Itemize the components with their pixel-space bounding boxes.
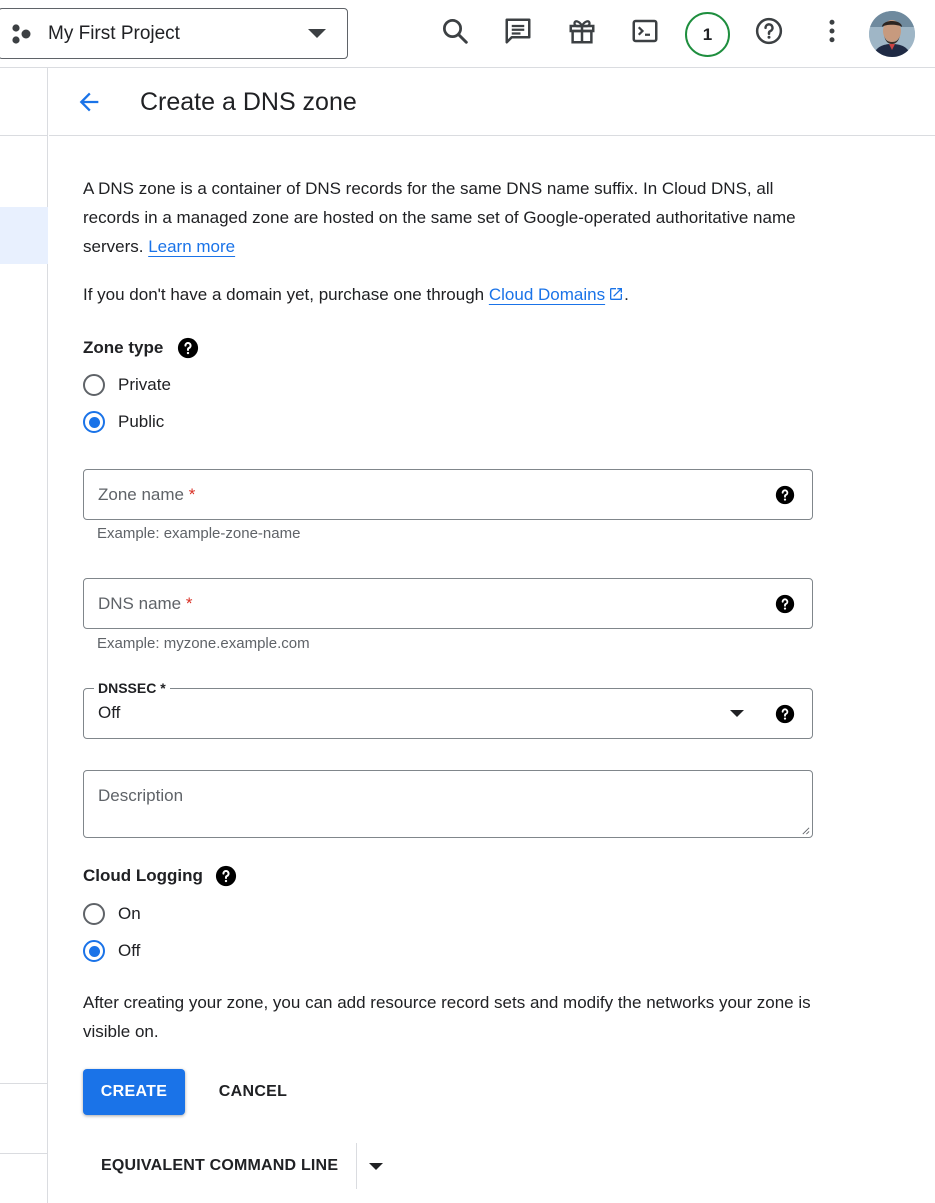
more-vert-icon[interactable] xyxy=(815,14,849,48)
radio-button-checked[interactable] xyxy=(83,940,105,962)
cloud-logging-on-radio[interactable]: On xyxy=(83,903,141,925)
intro-text: A DNS zone is a container of DNS records… xyxy=(83,174,823,261)
required-asterisk: * xyxy=(188,485,196,504)
dropdown-arrow-icon[interactable] xyxy=(730,710,744,717)
help-icon[interactable] xyxy=(774,703,796,725)
cloud-shell-icon[interactable] xyxy=(628,14,662,48)
cloud-domains-link[interactable]: Cloud Domains xyxy=(489,285,605,304)
required-asterisk: * xyxy=(185,594,193,613)
cloud-logging-off-radio[interactable]: Off xyxy=(83,940,140,962)
radio-label: Public xyxy=(118,412,165,431)
zone-type-text: Zone type xyxy=(83,338,164,357)
domains-prefix: If you don't have a domain yet, purchase… xyxy=(83,285,489,304)
learn-more-link[interactable]: Learn more xyxy=(148,237,235,256)
radio-button[interactable] xyxy=(83,903,105,925)
page-title: Create a DNS zone xyxy=(140,88,357,116)
domains-suffix: . xyxy=(624,285,629,304)
placeholder-text: DNS name xyxy=(98,594,182,613)
radio-button[interactable] xyxy=(83,374,105,396)
description-textarea[interactable]: Description xyxy=(83,770,813,838)
dnssec-select[interactable]: DNSSEC * Off xyxy=(83,680,813,739)
chevron-down-icon[interactable] xyxy=(357,1143,395,1189)
gift-icon[interactable] xyxy=(565,14,599,48)
dnssec-value: Off xyxy=(98,703,121,722)
top-bar: My First Project 1 xyxy=(0,0,935,68)
radio-label: On xyxy=(118,904,141,923)
notification-badge[interactable]: 1 xyxy=(685,12,730,57)
cloud-domains-text: If you don't have a domain yet, purchase… xyxy=(83,282,629,308)
radio-label: Off xyxy=(118,941,141,960)
dns-name-field[interactable]: DNS name * xyxy=(83,578,813,629)
equivalent-command-line-button[interactable]: EQUIVALENT COMMAND LINE xyxy=(83,1143,395,1189)
left-nav-rail xyxy=(0,68,48,1203)
open-in-new-icon[interactable] xyxy=(608,286,624,302)
zone-name-hint: Example: example-zone-name xyxy=(97,525,301,542)
project-name: My First Project xyxy=(48,23,180,44)
help-icon[interactable] xyxy=(752,14,786,48)
page-header: Create a DNS zone xyxy=(49,68,935,136)
divider xyxy=(0,1083,48,1084)
zone-type-label: Zone type xyxy=(83,337,199,359)
after-creating-text: After creating your zone, you can add re… xyxy=(83,993,811,1041)
back-arrow-icon[interactable] xyxy=(73,86,105,118)
zone-type-private-radio[interactable]: Private xyxy=(83,374,171,396)
radio-button-checked[interactable] xyxy=(83,411,105,433)
help-icon[interactable] xyxy=(774,484,796,506)
project-icon xyxy=(12,24,31,44)
placeholder-text: Zone name xyxy=(98,485,184,504)
equivalent-command-line-label[interactable]: EQUIVALENT COMMAND LINE xyxy=(83,1157,356,1175)
zone-name-placeholder: Zone name * xyxy=(98,485,195,505)
search-icon[interactable] xyxy=(438,14,472,48)
radio-label: Private xyxy=(118,375,171,394)
resize-handle-icon[interactable] xyxy=(801,826,810,835)
nav-item-active[interactable] xyxy=(0,207,48,264)
divider xyxy=(0,135,48,136)
zone-type-public-radio[interactable]: Public xyxy=(83,411,164,433)
zone-name-field[interactable]: Zone name * xyxy=(83,469,813,520)
help-icon[interactable] xyxy=(215,865,237,887)
divider xyxy=(0,1153,48,1154)
dnssec-label: DNSSEC * xyxy=(94,680,170,696)
description-placeholder: Description xyxy=(98,786,184,805)
dns-name-placeholder: DNS name * xyxy=(98,594,193,614)
create-button[interactable]: CREATE xyxy=(83,1069,185,1115)
cloud-logging-label: Cloud Logging xyxy=(83,865,237,887)
cloud-logging-text: Cloud Logging xyxy=(83,866,203,885)
project-picker[interactable]: My First Project xyxy=(0,8,348,59)
help-icon[interactable] xyxy=(177,337,199,359)
feedback-icon[interactable] xyxy=(501,14,535,48)
chevron-down-icon xyxy=(308,29,326,38)
notification-count: 1 xyxy=(702,24,713,44)
cancel-button[interactable]: CANCEL xyxy=(203,1069,303,1115)
avatar[interactable] xyxy=(869,11,915,57)
dns-name-hint: Example: myzone.example.com xyxy=(97,635,310,652)
help-icon[interactable] xyxy=(774,593,796,615)
